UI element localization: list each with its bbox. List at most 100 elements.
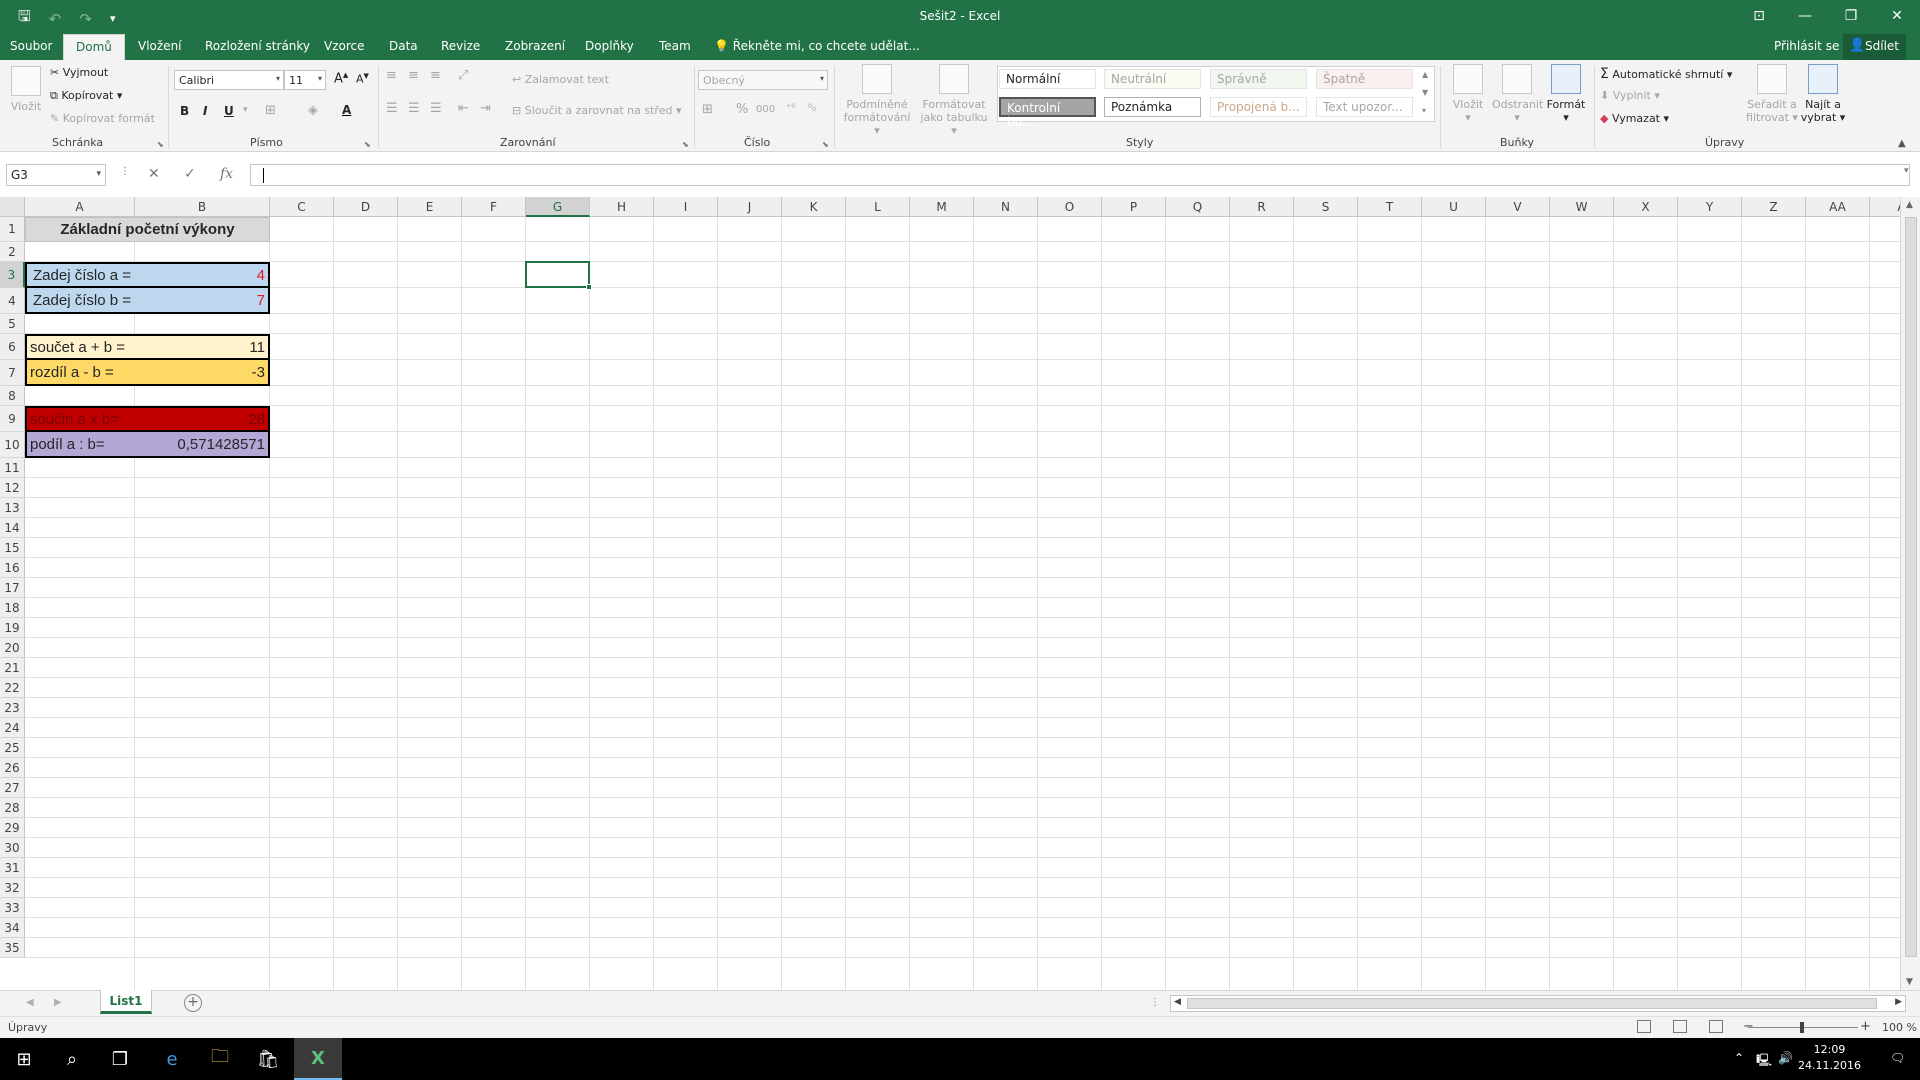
format-cells-button[interactable]: Formát ▾ <box>1542 64 1590 124</box>
column-header-p[interactable]: P <box>1102 197 1166 217</box>
store-icon[interactable]: 🛍 <box>244 1038 292 1080</box>
column-header-b[interactable]: B <box>135 197 270 217</box>
column-header-e[interactable]: E <box>398 197 462 217</box>
font-size-combo[interactable]: 11 ▾ <box>284 70 326 90</box>
row-header-33[interactable]: 33 <box>0 898 25 918</box>
style-normal[interactable]: Normální <box>999 69 1096 89</box>
bold-button[interactable]: B <box>180 104 189 118</box>
tab-addins[interactable]: Doplňky <box>585 39 634 53</box>
row-header-31[interactable]: 31 <box>0 858 25 878</box>
scroll-thumb[interactable] <box>1905 217 1917 957</box>
borders-icon[interactable]: ⊞ <box>265 103 276 118</box>
underline-button[interactable]: U <box>224 104 234 118</box>
decrease-decimal-icon[interactable]: ⁰₀ <box>808 103 816 114</box>
align-right-icon[interactable]: ☰ <box>430 101 442 116</box>
clipboard-launcher-icon[interactable]: ⬊ <box>157 140 164 149</box>
row-header-14[interactable]: 14 <box>0 518 25 538</box>
row-header-3[interactable]: 3 <box>0 262 25 288</box>
column-header-l[interactable]: L <box>846 197 910 217</box>
row-header-7[interactable]: 7 <box>0 360 25 386</box>
close-icon[interactable]: ✕ <box>1874 0 1920 32</box>
paste-button[interactable]: Vložit <box>8 66 44 113</box>
cell-a9[interactable]: součin a x b= <box>25 406 135 432</box>
scroll-left-icon[interactable]: ◀ <box>1174 997 1181 1007</box>
row-header-34[interactable]: 34 <box>0 918 25 938</box>
vertical-scrollbar[interactable]: ▲ ▼ <box>1900 197 1920 990</box>
scroll-up-icon[interactable]: ▲ <box>1906 200 1913 210</box>
style-warning-text[interactable]: Text upozor... <box>1316 97 1413 117</box>
shrink-font-icon[interactable]: A▼ <box>356 72 369 86</box>
column-header-u[interactable]: U <box>1422 197 1486 217</box>
sheet-tab-list1[interactable]: List1 <box>100 990 152 1014</box>
column-header-d[interactable]: D <box>334 197 398 217</box>
row-header-32[interactable]: 32 <box>0 878 25 898</box>
align-left-icon[interactable]: ☰ <box>386 101 398 116</box>
tab-review[interactable]: Revize <box>441 39 480 53</box>
style-bad[interactable]: Špatně <box>1316 69 1413 89</box>
cell-a4[interactable]: Zadej číslo b = <box>25 288 135 314</box>
hscroll-thumb[interactable] <box>1187 998 1877 1009</box>
row-header-9[interactable]: 9 <box>0 406 25 432</box>
increase-decimal-icon[interactable]: ⁺⁰ <box>786 103 795 114</box>
row-header-23[interactable]: 23 <box>0 698 25 718</box>
row-header-13[interactable]: 13 <box>0 498 25 518</box>
tell-me-box[interactable]: 💡 Řekněte mi, co chcete udělat... <box>714 39 920 53</box>
prev-sheet-icon[interactable]: ◀ <box>26 997 34 1008</box>
column-header-h[interactable]: H <box>590 197 654 217</box>
edge-browser-icon[interactable]: e <box>148 1038 196 1080</box>
tab-insert[interactable]: Vložení <box>138 39 182 53</box>
column-header-f[interactable]: F <box>462 197 526 217</box>
column-header-aa[interactable]: AA <box>1806 197 1870 217</box>
cell-b9[interactable]: 28 <box>135 406 270 432</box>
grow-font-icon[interactable]: A▲ <box>334 71 348 86</box>
insert-function-button[interactable]: fx <box>220 166 233 182</box>
tab-home[interactable]: Domů <box>63 34 125 60</box>
column-header-y[interactable]: Y <box>1678 197 1742 217</box>
search-icon[interactable]: ⌕ <box>48 1038 96 1080</box>
column-header-o[interactable]: O <box>1038 197 1102 217</box>
new-sheet-button[interactable]: + <box>184 994 202 1012</box>
worksheet-grid[interactable]: ABCDEFGHIJKLMNOPQRSTUVWXYZAAA12345678910… <box>0 197 1900 990</box>
file-explorer-icon[interactable]: 🗀 <box>196 1038 244 1080</box>
font-name-combo[interactable]: Calibri ▾ <box>174 70 284 90</box>
row-header-11[interactable]: 11 <box>0 458 25 478</box>
row-header-8[interactable]: 8 <box>0 386 25 406</box>
row-header-19[interactable]: 19 <box>0 618 25 638</box>
cell-b10[interactable]: 0,571428571 <box>135 432 270 458</box>
gallery-up-icon[interactable]: ▲ <box>1422 70 1428 79</box>
column-header-m[interactable]: M <box>910 197 974 217</box>
row-header-5[interactable]: 5 <box>0 314 25 334</box>
expand-formula-bar-icon[interactable]: ▾ <box>1904 166 1909 176</box>
format-as-table-button[interactable]: Formátovat jako tabulku ▾ <box>916 64 992 137</box>
cell-a6[interactable]: součet a + b = <box>25 334 135 360</box>
find-select-button[interactable]: Najít a vybrat ▾ <box>1800 64 1846 124</box>
zoom-in-icon[interactable]: + <box>1860 1019 1871 1034</box>
row-header-15[interactable]: 15 <box>0 538 25 558</box>
row-header-28[interactable]: 28 <box>0 798 25 818</box>
column-header-a[interactable]: A <box>25 197 135 217</box>
style-check-cell[interactable]: Kontrolní bu... <box>999 97 1096 129</box>
ribbon-display-icon[interactable]: ⊡ <box>1736 0 1782 32</box>
number-launcher-icon[interactable]: ⬊ <box>822 140 829 149</box>
zoom-level[interactable]: 100 % <box>1882 1021 1917 1034</box>
accounting-format-icon[interactable]: ⊞ <box>702 102 713 117</box>
active-cell-selection[interactable] <box>525 261 592 290</box>
row-header-25[interactable]: 25 <box>0 738 25 758</box>
gallery-down-icon[interactable]: ▼ <box>1422 88 1428 97</box>
column-header-v[interactable]: V <box>1486 197 1550 217</box>
delete-cells-button[interactable]: Odstranit ▾ <box>1492 64 1543 124</box>
copy-button[interactable]: ⧉ Kopírovat ▾ <box>50 89 122 103</box>
cell-b6[interactable]: 11 <box>135 334 270 360</box>
format-painter-button[interactable]: ✎ Kopírovat formát <box>50 112 155 125</box>
clock[interactable]: 12:09 24.11.2016 <box>1798 1042 1861 1074</box>
style-note[interactable]: Poznámka <box>1104 97 1201 117</box>
collapse-ribbon-icon[interactable]: ▲ <box>1898 138 1906 149</box>
name-box[interactable]: G3 ▾ <box>6 164 106 186</box>
row-header-27[interactable]: 27 <box>0 778 25 798</box>
column-header-a[interactable]: A <box>1870 197 1900 217</box>
column-header-c[interactable]: C <box>270 197 334 217</box>
clear-button[interactable]: ◆ Vymazat ▾ <box>1600 112 1669 125</box>
fill-color-icon[interactable]: ◈ <box>308 103 318 118</box>
style-good[interactable]: Správně <box>1210 69 1307 89</box>
row-header-18[interactable]: 18 <box>0 598 25 618</box>
